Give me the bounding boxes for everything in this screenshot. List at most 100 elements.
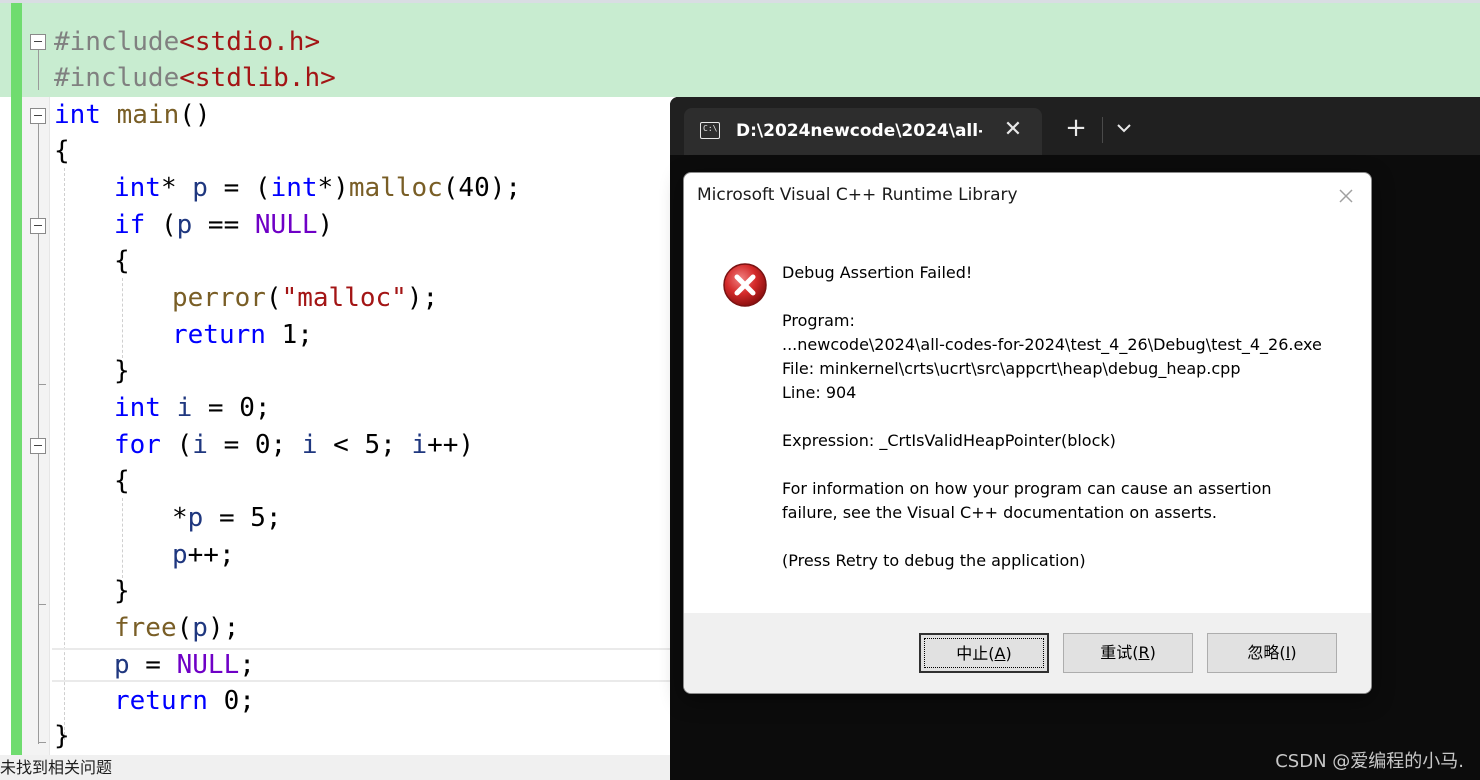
code-token: if: [114, 210, 146, 240]
ignore-label-end: ): [1290, 643, 1297, 662]
code-line[interactable]: perror("malloc");: [172, 280, 438, 316]
code-line[interactable]: {: [54, 133, 70, 169]
code-token: NULL: [176, 650, 240, 680]
code-line[interactable]: }: [114, 353, 130, 389]
code-token: <stdlib.h>: [179, 63, 336, 93]
code-token: p: [192, 613, 208, 643]
fold-end-marker: [38, 604, 46, 605]
code-token: p: [187, 503, 204, 533]
code-token: int: [114, 173, 161, 203]
code-token: p: [172, 540, 188, 570]
close-tab-icon[interactable]: ✕: [1000, 117, 1026, 143]
code-line[interactable]: return 0;: [114, 683, 255, 719]
change-tracking-bar: [11, 3, 22, 755]
abort-label: 中止(: [956, 644, 995, 663]
code-token: < 5;: [317, 430, 412, 460]
code-token: = (: [207, 173, 271, 203]
program-path: ...newcode\2024\all-codes-for-2024\test_…: [782, 335, 1322, 354]
code-token: }: [54, 721, 70, 751]
error-icon: [722, 262, 768, 308]
code-line[interactable]: return 1;: [172, 317, 313, 353]
code-line[interactable]: int main(): [54, 97, 211, 133]
code-line[interactable]: *p = 5;: [172, 500, 282, 536]
info-text-1: For information on how your program can …: [782, 479, 1272, 498]
assertion-heading: Debug Assertion Failed!: [782, 263, 973, 282]
code-token: *: [160, 173, 193, 203]
dialog-title: Microsoft Visual C++ Runtime Library: [697, 185, 1018, 205]
code-line[interactable]: for (i = 0; i < 5; i++): [114, 427, 474, 463]
expression-text: Expression: _CrtIsValidHeapPointer(block…: [782, 431, 1116, 450]
code-token: 0;: [207, 686, 255, 716]
program-label: Program:: [782, 311, 855, 330]
code-token: );: [406, 283, 439, 313]
code-token: ==: [192, 210, 255, 240]
code-token: p: [176, 210, 193, 240]
ignore-button[interactable]: 忽略(I): [1207, 633, 1337, 673]
code-token: (): [179, 100, 211, 130]
chevron-down-icon[interactable]: [1110, 114, 1138, 142]
code-line[interactable]: int i = 0;: [114, 390, 271, 426]
code-token: *): [317, 173, 349, 203]
retry-accel: R: [1138, 643, 1150, 662]
file-line: File: minkernel\crts\ucrt\src\appcrt\hea…: [782, 359, 1241, 378]
code-token: );: [207, 613, 240, 643]
terminal-tab[interactable]: C:\ D:\2024newcode\2024\all-codes-for-20…: [684, 108, 1042, 155]
code-line[interactable]: {: [114, 463, 130, 499]
watermark: CSDN @爱编程的小马.: [1275, 751, 1464, 772]
fold-toggle-if[interactable]: [30, 218, 46, 234]
code-token: int: [54, 100, 101, 130]
code-token: i: [176, 393, 193, 423]
code-line[interactable]: p = NULL;: [114, 647, 255, 683]
code-token: }: [114, 576, 130, 606]
fold-toggle-includes[interactable]: [30, 34, 46, 50]
code-token: i: [411, 430, 428, 460]
close-icon[interactable]: [1329, 181, 1363, 211]
retry-label: 重试(: [1100, 643, 1139, 662]
code-line[interactable]: {: [114, 243, 130, 279]
code-token: =: [129, 650, 177, 680]
code-token: 1;: [265, 320, 313, 350]
code-token: ++): [427, 430, 475, 460]
code-line[interactable]: int* p = (int*)malloc(40);: [114, 170, 521, 206]
code-token: ;: [239, 650, 255, 680]
code-line[interactable]: p++;: [172, 537, 235, 573]
code-line[interactable]: free(p);: [114, 610, 239, 646]
code-token: = 5;: [203, 503, 282, 533]
retry-label-end: ): [1149, 643, 1156, 662]
code-token: malloc: [348, 173, 443, 203]
code-token: perror: [172, 283, 266, 313]
code-line[interactable]: }: [114, 573, 130, 609]
ignore-label: 忽略(: [1247, 643, 1286, 662]
abort-button[interactable]: 中止(A): [919, 633, 1049, 673]
code-token: int: [114, 393, 161, 423]
code-token: *: [172, 503, 188, 533]
code-token: free: [114, 613, 177, 643]
code-token: p: [192, 173, 208, 203]
console-icon: C:\: [700, 122, 720, 139]
error-list-status: 未找到相关问题: [0, 755, 670, 780]
fold-toggle-main[interactable]: [30, 108, 46, 124]
code-token: {: [54, 136, 70, 166]
code-token: (40);: [442, 173, 522, 203]
code-token: {: [114, 466, 130, 496]
tab-separator: [1102, 117, 1103, 143]
fold-line: [38, 50, 39, 90]
code-token: main: [116, 100, 180, 130]
new-tab-button[interactable]: +: [1062, 114, 1090, 142]
code-token: #include: [54, 63, 180, 93]
code-line[interactable]: if (p == NULL): [114, 207, 333, 243]
code-line[interactable]: }: [54, 718, 70, 754]
code-line[interactable]: #include<stdio.h>: [54, 24, 320, 60]
console-icon-text: C:\: [703, 124, 718, 133]
retry-button[interactable]: 重试(R): [1063, 633, 1193, 673]
editor-margin-line: [49, 97, 50, 755]
fold-end-marker: [38, 742, 46, 743]
fold-toggle-for[interactable]: [30, 438, 46, 454]
code-token: return: [172, 320, 266, 350]
code-token: for: [114, 430, 161, 460]
code-token: = 0;: [207, 430, 302, 460]
code-line[interactable]: #include<stdlib.h>: [54, 60, 336, 96]
indent-guide: [122, 278, 123, 358]
code-token: <stdio.h>: [179, 27, 321, 57]
